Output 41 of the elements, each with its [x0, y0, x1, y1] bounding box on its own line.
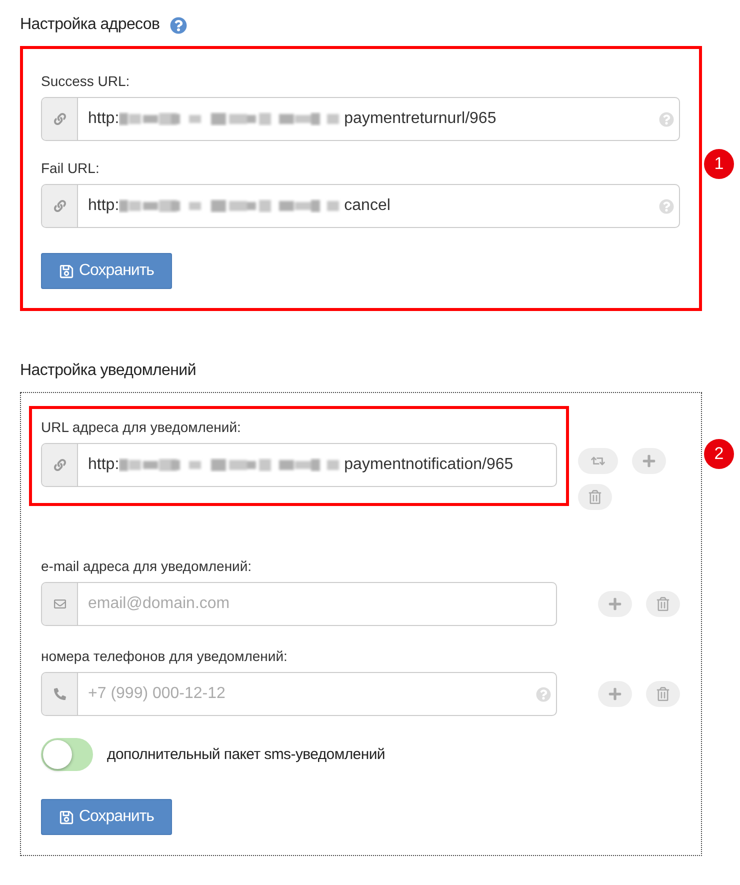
plus-button[interactable]	[598, 591, 632, 617]
toggle-switch[interactable]	[41, 738, 93, 771]
trash-icon	[656, 687, 670, 701]
annotation-badge: 1	[704, 148, 734, 178]
trash-icon	[588, 490, 602, 504]
swap-button[interactable]	[578, 448, 618, 474]
section-title: Настройка адресов	[20, 16, 160, 34]
url-field[interactable]: http: paymentnotification/965	[41, 443, 557, 487]
save-button[interactable]: Сохранить	[41, 253, 172, 289]
field-label: Success URL:	[41, 73, 131, 89]
input-field[interactable]: +7 (999) 000-12-12	[78, 673, 536, 715]
toggle-label: дополнительный пакет sms-уведомлений	[107, 746, 385, 763]
help-icon[interactable]	[170, 16, 187, 34]
save-button[interactable]: Сохранить	[41, 799, 172, 835]
help-icon[interactable]	[659, 112, 674, 126]
trash-button[interactable]	[646, 591, 680, 617]
link-icon	[54, 113, 66, 125]
envelope-icon	[54, 598, 66, 610]
field-label: номера телефонов для уведомлений:	[41, 648, 288, 664]
swap-icon	[591, 454, 605, 468]
plus-icon	[608, 597, 622, 611]
trash-icon	[656, 597, 670, 611]
link-icon	[54, 200, 66, 212]
trash-button[interactable]	[646, 681, 680, 707]
section-title: Настройка уведомлений	[20, 362, 196, 380]
phone-icon	[54, 688, 66, 700]
plus-icon	[608, 687, 622, 701]
plus-icon	[642, 454, 656, 468]
field-label: e-mail адреса для уведомлений:	[41, 558, 253, 574]
annotation-badge: 2	[704, 439, 734, 469]
link-icon	[54, 459, 66, 471]
plus-button[interactable]	[632, 448, 666, 474]
field-label: Fail URL:	[41, 160, 100, 176]
url-field[interactable]: http: paymentreturnurl/965	[41, 97, 680, 141]
phone-field[interactable]: +7 (999) 000-12-12	[41, 672, 557, 716]
help-icon[interactable]	[536, 686, 551, 702]
plus-button[interactable]	[598, 681, 632, 707]
field-label: URL адреса для уведомлений:	[41, 419, 242, 435]
url-field[interactable]: http: cancel	[41, 184, 680, 228]
trash-button[interactable]	[578, 484, 612, 510]
help-icon[interactable]	[659, 198, 674, 214]
